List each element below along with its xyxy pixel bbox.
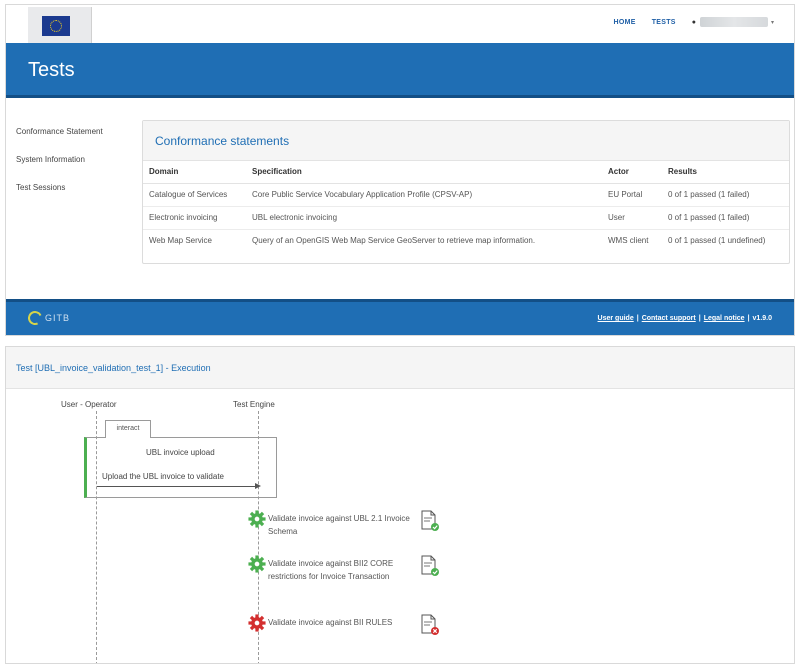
gitb-logo-text: GITB (45, 313, 71, 323)
gear-icon (248, 510, 266, 528)
eu-logo[interactable] (28, 7, 92, 43)
column-header-actor: Actor (602, 161, 662, 184)
interact-tab-label: interact (105, 420, 151, 438)
cell-specification: Query of an OpenGIS Web Map Service GeoS… (252, 236, 536, 246)
nav-home-link[interactable]: HOME (613, 19, 635, 26)
sidebar-item-system-information[interactable]: System Information (16, 155, 136, 164)
user-guide-link[interactable]: User guide (598, 315, 634, 322)
cell-domain: Catalogue of Services (143, 183, 246, 207)
cell-results: 0 of 1 passed (1 failed) (662, 183, 789, 207)
chevron-down-icon: ▾ (770, 19, 774, 26)
arrowhead-icon (255, 483, 261, 489)
interact-frame (84, 437, 277, 498)
report-document-icon[interactable] (420, 614, 440, 636)
page-banner: Tests (6, 43, 794, 98)
report-document-icon[interactable] (420, 510, 440, 532)
tests-page-panel: HOME TESTS ● ▾ Tests Conformance Stateme… (5, 4, 795, 336)
sidebar-item-test-sessions[interactable]: Test Sessions (16, 183, 136, 192)
execution-header: Test [UBL_invoice_validation_test_1] - E… (6, 347, 794, 389)
table-row[interactable]: Catalogue of Services Core Public Servic… (143, 183, 789, 207)
cell-actor: User (602, 206, 662, 230)
actor-user-operator: User - Operator (61, 400, 117, 409)
version-label: v1.9.0 (752, 315, 772, 322)
message-arrow (97, 486, 258, 487)
conformance-panel-title: Conformance statements (155, 134, 290, 148)
gitb-logo: GITB (26, 309, 71, 327)
page-footer: GITB User guide | Contact support | Legal no… (6, 299, 794, 335)
contact-support-link[interactable]: Contact support (642, 315, 696, 322)
table-header-row: Domain Specification Actor Results (143, 161, 789, 184)
gear-icon (248, 555, 266, 573)
gear-icon (248, 614, 266, 632)
cell-actor: EU Portal (602, 183, 662, 207)
step-label: Validate invoice against BII2 CORE restr… (268, 559, 394, 581)
cell-results: 0 of 1 passed (1 failed) (662, 206, 789, 230)
execution-title: Test [UBL_invoice_validation_test_1] - E… (16, 363, 211, 373)
page-title: Tests (28, 59, 75, 81)
cell-specification: Core Public Service Vocabulary Applicati… (246, 183, 602, 207)
sidebar-item-conformance-statement[interactable]: Conformance Statement (16, 127, 136, 136)
column-header-results: Results (662, 161, 789, 184)
cell-results: 0 of 1 passed (1 undefined) (668, 236, 766, 246)
column-header-domain: Domain (143, 161, 246, 184)
user-name-redacted (699, 17, 768, 27)
eu-flag-icon (42, 16, 70, 36)
nav-links: HOME TESTS ● ▾ (613, 17, 774, 27)
conformance-statements-panel: Conformance statements Domain Specificat… (142, 120, 790, 264)
cell-domain: Web Map Service (149, 236, 212, 246)
sidebar: Conformance Statement System Information… (16, 127, 136, 211)
report-document-icon[interactable] (420, 555, 440, 577)
conformance-table: Domain Specification Actor Results Catal… (143, 161, 789, 252)
nav-tests-link[interactable]: TESTS (652, 19, 676, 26)
user-menu[interactable]: ● ▾ (692, 17, 774, 27)
interact-title: UBL invoice upload (146, 448, 215, 457)
footer-links: User guide | Contact support | Legal notice |… (597, 315, 772, 322)
actor-test-engine: Test Engine (233, 400, 275, 409)
table-row[interactable]: Electronic invoicing UBL electronic invo… (143, 206, 789, 230)
step-label: Validate invoice against BII RULES (268, 618, 393, 627)
conformance-panel-header: Conformance statements (143, 121, 789, 161)
top-navbar: HOME TESTS ● ▾ (6, 5, 794, 43)
message-label: Upload the UBL invoice to validate (102, 472, 224, 481)
column-header-specification: Specification (246, 161, 602, 184)
legal-notice-link[interactable]: Legal notice (704, 315, 745, 322)
cell-domain: Electronic invoicing (143, 206, 246, 230)
table-row[interactable]: Web Map Service Query of an OpenGIS Web … (143, 229, 789, 252)
test-execution-panel: Test [UBL_invoice_validation_test_1] - E… (5, 346, 795, 664)
user-icon: ● (691, 18, 696, 26)
cell-specification: UBL electronic invoicing (246, 206, 602, 230)
cell-actor: WMS client (608, 236, 649, 246)
step-label: Validate invoice against UBL 2.1 Invoice… (268, 514, 410, 536)
gitb-ring-icon (26, 309, 44, 327)
